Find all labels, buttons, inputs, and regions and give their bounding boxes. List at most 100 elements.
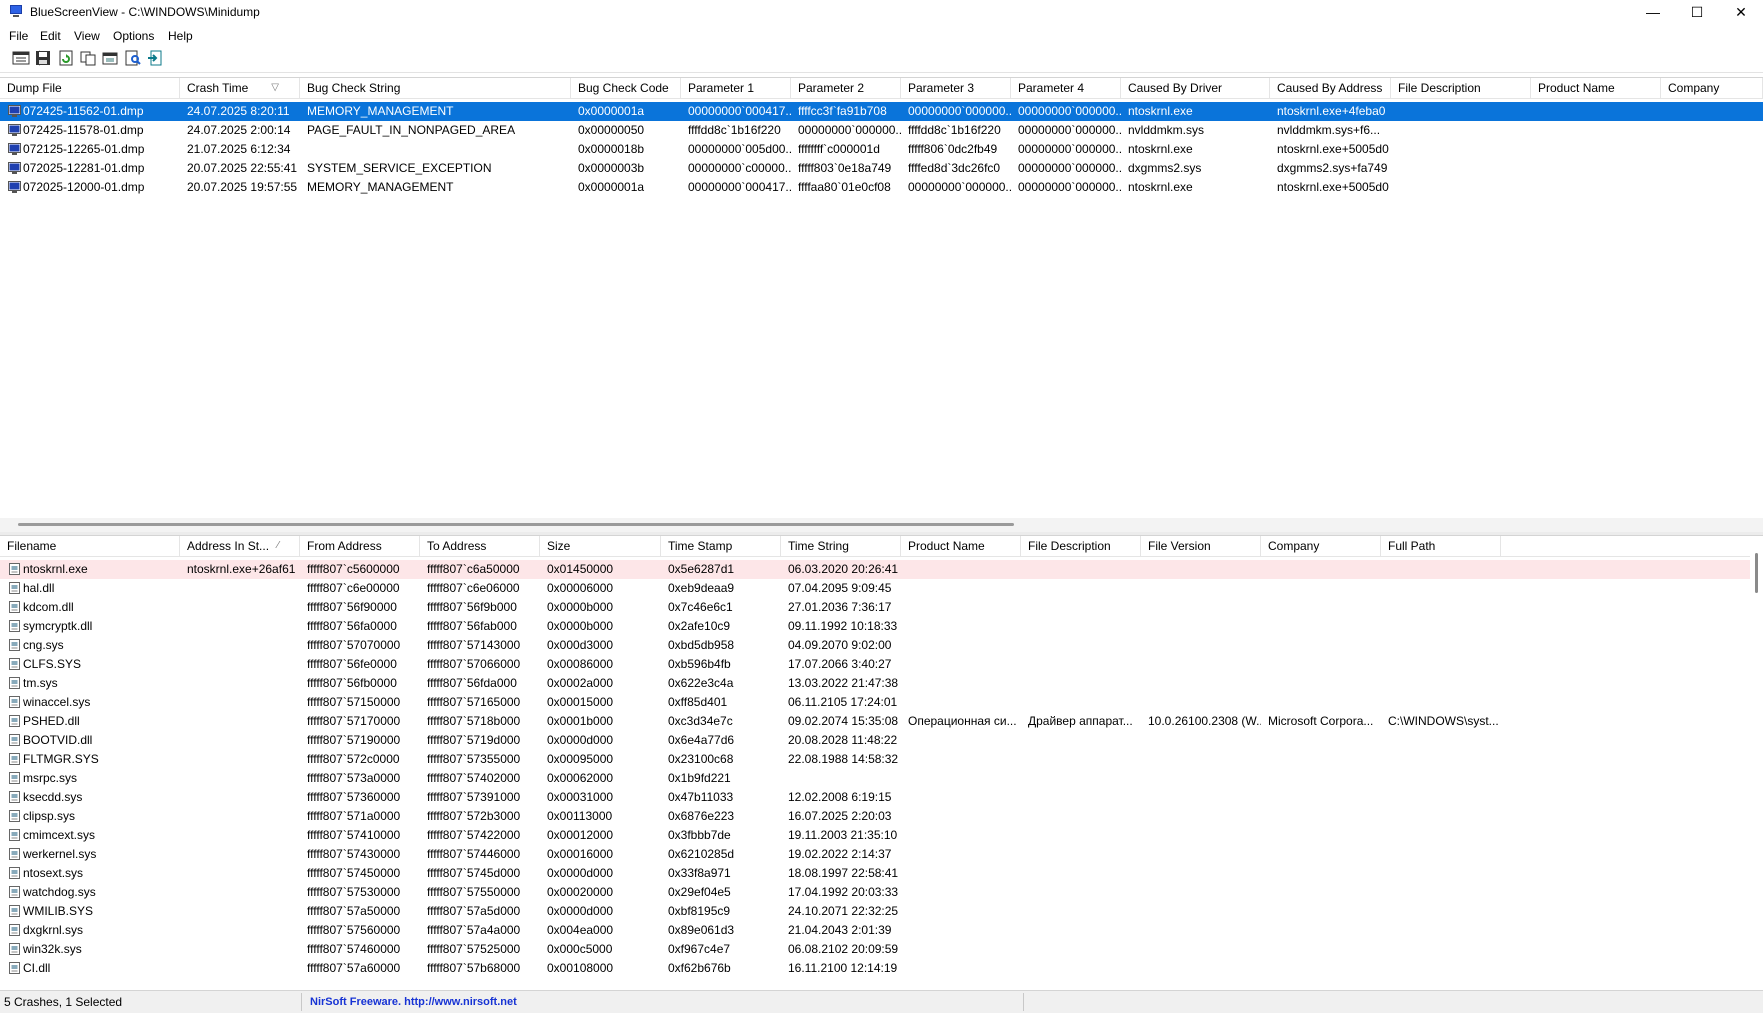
cell [180, 864, 300, 883]
column-header-bug-check-string[interactable]: Bug Check String [300, 78, 571, 98]
cell: 0xeb9deaa9 [668, 581, 735, 595]
column-header-filename[interactable]: Filename [0, 536, 180, 556]
find-icon[interactable] [124, 50, 142, 66]
driver-list-vertical-scrollbar[interactable] [1750, 536, 1763, 990]
close-button[interactable]: ✕ [1719, 0, 1763, 24]
driver-row[interactable]: CI.dll fffff807`57a60000 fffff807`57b68000… [0, 959, 1763, 978]
column-header-file-description[interactable]: File Description [1021, 536, 1141, 556]
menu-file[interactable]: File [9, 29, 28, 43]
driver-row[interactable]: werkernel.sys fffff807`57430000 fffff807`5… [0, 845, 1763, 864]
cell [1141, 769, 1261, 788]
cell: fffff807`c5600000 [307, 562, 400, 576]
column-header-file-version[interactable]: File Version [1141, 536, 1261, 556]
driver-row[interactable]: PSHED.dll fffff807`57170000 fffff807`5718b… [0, 712, 1763, 731]
cell [901, 674, 1021, 693]
driver-row[interactable]: hal.dll fffff807`c6e00000 fffff807`c6e0600… [0, 579, 1763, 598]
driver-list[interactable]: Filename Address In St... ⁄ From Address To … [0, 535, 1763, 991]
column-header-crash-time[interactable]: Crash Time ▽ [180, 78, 300, 98]
driver-row[interactable]: clipsp.sys fffff807`571a0000 fffff807`572b… [0, 807, 1763, 826]
column-header-parameter-1[interactable]: Parameter 1 [681, 78, 791, 98]
column-header-dump-file[interactable]: Dump File [0, 78, 180, 98]
column-header-time-stamp[interactable]: Time Stamp [661, 536, 781, 556]
driver-row[interactable]: dxgkrnl.sys fffff807`57560000 fffff807`57a… [0, 921, 1763, 940]
driver-row[interactable]: ksecdd.sys fffff807`57360000 fffff807`5739… [0, 788, 1763, 807]
driver-row[interactable]: win32k.sys fffff807`57460000 fffff807`5752… [0, 940, 1763, 959]
driver-row[interactable]: cmimcext.sys fffff807`57410000 fffff807`57… [0, 826, 1763, 845]
properties-window-icon[interactable] [12, 50, 30, 66]
crash-list-horizontal-scrollbar[interactable] [0, 518, 1763, 532]
cell: 0x33f8a971 [668, 866, 731, 880]
column-header-parameter-4[interactable]: Parameter 4 [1011, 78, 1121, 98]
column-header-from-address[interactable]: From Address [300, 536, 420, 556]
exit-icon[interactable] [147, 50, 165, 66]
cell [901, 864, 1021, 883]
column-header-time-string[interactable]: Time String [781, 536, 901, 556]
column-header-address-in-st[interactable]: Address In St... ⁄ [180, 536, 300, 556]
cell [1661, 178, 1763, 197]
column-header-to-address[interactable]: To Address [420, 536, 540, 556]
column-header-company[interactable]: Company [1661, 78, 1763, 98]
column-header-caused-by-driver[interactable]: Caused By Driver [1121, 78, 1270, 98]
driver-row[interactable]: ntoskrnl.exe ntoskrnl.exe+26af61 fffff807`… [0, 560, 1763, 579]
minimize-button[interactable]: — [1631, 0, 1675, 24]
cell: PAGE_FAULT_IN_NONPAGED_AREA [307, 123, 516, 137]
driver-row[interactable]: ntosext.sys fffff807`57450000 fffff807`574… [0, 864, 1763, 883]
cell [1261, 617, 1381, 636]
cell [1261, 921, 1381, 940]
cell [1381, 579, 1501, 598]
cell: 0x3fbbb7de [668, 828, 731, 842]
driver-row[interactable]: CLFS.SYS fffff807`56fe0000 fffff807`570660… [0, 655, 1763, 674]
driver-row[interactable]: tm.sys fffff807`56fb0000 fffff807`56fda000… [0, 674, 1763, 693]
column-header-product-name[interactable]: Product Name [901, 536, 1021, 556]
driver-row[interactable]: cng.sys fffff807`57070000 fffff807`5714300… [0, 636, 1763, 655]
driver-row[interactable]: symcryptk.dll fffff807`56fa0000 fffff807`5… [0, 617, 1763, 636]
crash-row[interactable]: 072425-11578-01.dmp 24.07.2025 2:00:14 PAG… [0, 121, 1763, 140]
column-header-full-path[interactable]: Full Path [1381, 536, 1501, 556]
column-header-company[interactable]: Company [1261, 536, 1381, 556]
column-header-parameter-2[interactable]: Parameter 2 [791, 78, 901, 98]
column-header-file-description[interactable]: File Description [1391, 78, 1531, 98]
cell [901, 598, 1021, 617]
crash-list[interactable]: Dump File Crash Time ▽ Bug Check String Bug … [0, 77, 1763, 518]
menu-options[interactable]: Options [113, 29, 154, 43]
cell [180, 655, 300, 674]
driver-row[interactable]: WMILIB.SYS fffff807`57a50000 fffff807`57a5… [0, 902, 1763, 921]
driver-row[interactable]: watchdog.sys fffff807`57530000 fffff807`57… [0, 883, 1763, 902]
driver-row[interactable]: BOOTVID.dll fffff807`57190000 fffff807`571… [0, 731, 1763, 750]
driver-row[interactable]: kdcom.dll fffff807`56f90000 fffff807`56f9b… [0, 598, 1763, 617]
crash-row[interactable]: 072025-12000-01.dmp 20.07.2025 19:57:55 ME… [0, 178, 1763, 197]
menu-view[interactable]: View [74, 29, 100, 43]
cell: ffffffff`c000001d [798, 142, 880, 156]
scrollbar-thumb[interactable] [18, 523, 1014, 526]
cell: 072125-12265-01.dmp [23, 142, 145, 156]
cell [180, 826, 300, 845]
crash-row[interactable]: 072025-12281-01.dmp 20.07.2025 22:55:41 SY… [0, 159, 1763, 178]
menu-edit[interactable]: Edit [40, 29, 61, 43]
nirsoft-link[interactable]: NirSoft Freeware. http://www.nirsoft.net [310, 991, 517, 1013]
cell: Драйвер аппарат... [1028, 714, 1133, 728]
cell: 072425-11562-01.dmp [23, 104, 144, 118]
column-header-label: Parameter 1 [688, 81, 755, 95]
crash-row[interactable]: 072125-12265-01.dmp 21.07.2025 6:12:34 0x0… [0, 140, 1763, 159]
menu-help[interactable]: Help [168, 29, 193, 43]
cell: 0x0002a000 [547, 676, 614, 690]
cell [1381, 902, 1501, 921]
column-header-size[interactable]: Size [540, 536, 661, 556]
driver-row[interactable]: winaccel.sys fffff807`57150000 fffff807`57… [0, 693, 1763, 712]
properties-icon[interactable] [101, 50, 119, 66]
maximize-button[interactable]: ☐ [1675, 0, 1719, 24]
cell: 0x00062000 [547, 771, 614, 785]
column-header-caused-by-address[interactable]: Caused By Address [1270, 78, 1391, 98]
column-header-parameter-3[interactable]: Parameter 3 [901, 78, 1011, 98]
driver-row[interactable]: msrpc.sys fffff807`573a0000 fffff807`57402… [0, 769, 1763, 788]
save-icon[interactable] [34, 50, 52, 66]
copy-icon[interactable] [79, 50, 97, 66]
refresh-icon[interactable] [57, 50, 75, 66]
cell: fffff807`57a60000 [307, 961, 401, 975]
crash-row[interactable]: 072425-11562-01.dmp 24.07.2025 8:20:11 MEM… [0, 102, 1763, 121]
scrollbar-thumb[interactable] [1755, 553, 1758, 593]
column-header-bug-check-code[interactable]: Bug Check Code [571, 78, 681, 98]
driver-row[interactable]: FLTMGR.SYS fffff807`572c0000 fffff807`5735… [0, 750, 1763, 769]
cell: 0x0000d000 [547, 866, 614, 880]
column-header-product-name[interactable]: Product Name [1531, 78, 1661, 98]
